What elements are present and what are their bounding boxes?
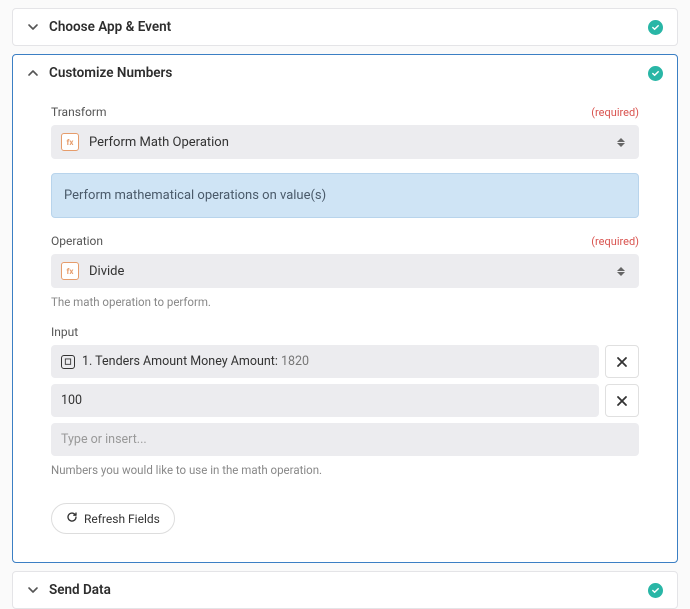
transform-select[interactable]: fx Perform Math Operation	[51, 125, 639, 159]
input-text: 100	[61, 393, 82, 408]
input-row-1: ◻ 1. Tenders Amount Money Amount: 1820	[51, 345, 639, 378]
section-customize-numbers: Customize Numbers Transform (required) f…	[12, 54, 678, 563]
chevron-down-icon	[27, 21, 39, 33]
input-placeholder[interactable]: Type or insert...	[51, 423, 639, 456]
section-header[interactable]: Customize Numbers	[13, 55, 677, 91]
transform-label-row: Transform (required)	[51, 105, 639, 119]
formatter-icon: fx	[61, 133, 79, 151]
input-pill-value: 1820	[281, 354, 309, 369]
input-label: Input	[51, 325, 639, 339]
input-row-2: 100	[51, 384, 639, 417]
input-value-1[interactable]: ◻ 1. Tenders Amount Money Amount: 1820	[51, 345, 599, 378]
transform-label: Transform	[51, 105, 591, 119]
operation-select[interactable]: fx Divide	[51, 254, 639, 288]
step-icon: ◻	[61, 355, 75, 369]
section-title: Send Data	[49, 582, 648, 598]
section-send-data[interactable]: Send Data	[12, 571, 678, 609]
transform-info: Perform mathematical operations on value…	[51, 173, 639, 218]
section-body: Transform (required) fx Perform Math Ope…	[13, 91, 677, 562]
operation-label: Operation	[51, 234, 591, 248]
input-pill-label: 1. Tenders Amount Money Amount:	[82, 354, 278, 369]
sort-icon	[613, 263, 629, 279]
input-row-placeholder: Type or insert...	[51, 423, 639, 456]
check-icon	[648, 20, 663, 35]
operation-help: The math operation to perform.	[51, 295, 639, 309]
chevron-down-icon	[27, 584, 39, 596]
section-header[interactable]: Send Data	[13, 572, 677, 608]
chevron-up-icon	[27, 67, 39, 79]
sort-icon	[613, 134, 629, 150]
required-tag: (required)	[591, 106, 639, 119]
operation-label-row: Operation (required)	[51, 234, 639, 248]
remove-input-button[interactable]	[605, 345, 639, 378]
section-title: Choose App & Event	[49, 19, 648, 35]
refresh-fields-button[interactable]: Refresh Fields	[51, 503, 175, 534]
section-header[interactable]: Choose App & Event	[13, 9, 677, 45]
required-tag: (required)	[591, 235, 639, 248]
check-icon	[648, 583, 663, 598]
formatter-icon: fx	[61, 262, 79, 280]
remove-input-button[interactable]	[605, 384, 639, 417]
input-value-2[interactable]: 100	[51, 384, 599, 417]
input-help: Numbers you would like to use in the mat…	[51, 463, 639, 477]
refresh-icon	[66, 511, 78, 526]
section-title: Customize Numbers	[49, 65, 648, 81]
operation-value: Divide	[89, 264, 613, 279]
refresh-label: Refresh Fields	[84, 512, 160, 526]
section-choose-app[interactable]: Choose App & Event	[12, 8, 678, 46]
input-label-row: Input	[51, 325, 639, 339]
transform-value: Perform Math Operation	[89, 135, 613, 150]
check-icon	[648, 66, 663, 81]
